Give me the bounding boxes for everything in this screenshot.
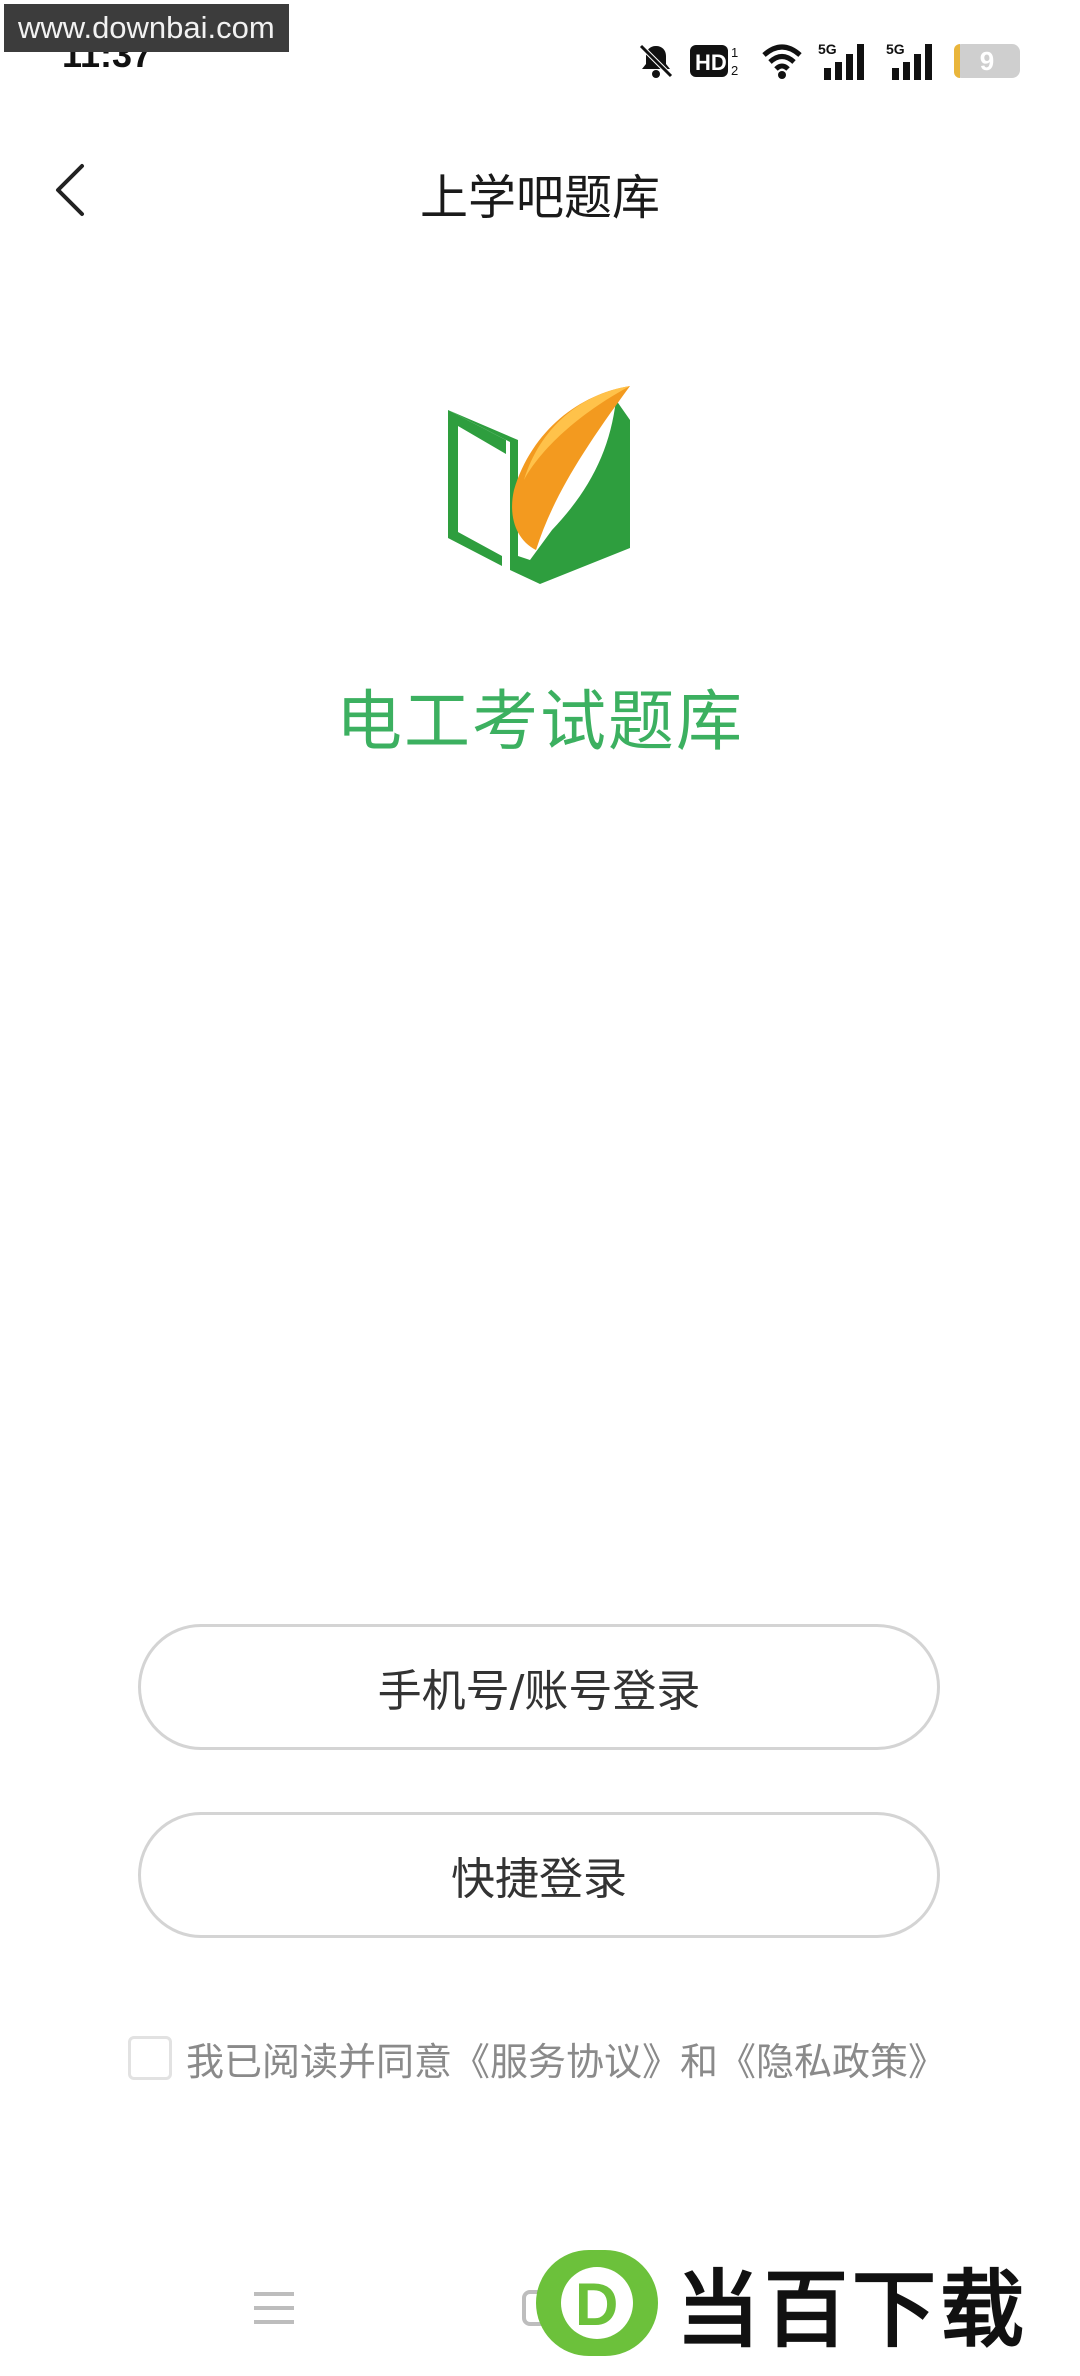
agreement-text[interactable]: 我已阅读并同意《服务协议》和《隐私政策》 — [186, 2031, 946, 2086]
account-login-button[interactable]: 手机号/账号登录 — [138, 1624, 940, 1750]
wifi-icon — [762, 44, 802, 79]
brand-letter: D — [575, 2271, 618, 2338]
app-logo — [448, 386, 630, 584]
site-watermark: www.downbai.com — [4, 4, 289, 52]
brand-logo-mark: D — [561, 2267, 633, 2339]
agreement-checkbox[interactable] — [128, 2036, 172, 2080]
network-label-1: 5G — [818, 41, 837, 57]
quick-login-button[interactable]: 快捷登录 — [138, 1812, 940, 1938]
app-name: 电工考试题库 — [336, 683, 744, 760]
status-bar: www.downbai.com 11:37 HD 1 2 5G 5G 9 — [0, 0, 1080, 120]
battery-icon: 9 — [954, 44, 1020, 78]
svg-text:1: 1 — [731, 45, 738, 60]
svg-text:2: 2 — [731, 63, 738, 78]
agreement-row: 我已阅读并同意《服务协议》和《隐私政策》 — [128, 2030, 946, 2086]
network-label-2: 5G — [886, 41, 905, 57]
mute-bell-icon — [639, 44, 673, 78]
signal-5g-icon: 5G — [818, 41, 864, 80]
page-title: 上学吧题库 — [419, 170, 660, 226]
brand-text: 当百下载 — [676, 2260, 1029, 2359]
nav-bar: 上学吧题库 — [0, 130, 1080, 250]
status-icons: HD 1 2 5G 5G 9 — [636, 36, 1020, 86]
hd-label: HD — [695, 50, 727, 75]
hd-icon: HD 1 2 — [690, 45, 738, 78]
menu-icon[interactable] — [252, 2288, 296, 2328]
brand-watermark: D 当百下载 — [536, 2248, 1028, 2359]
signal-5g-icon: 5G — [886, 41, 932, 80]
brand-logo: D — [536, 2250, 658, 2356]
battery-level: 9 — [979, 45, 995, 76]
